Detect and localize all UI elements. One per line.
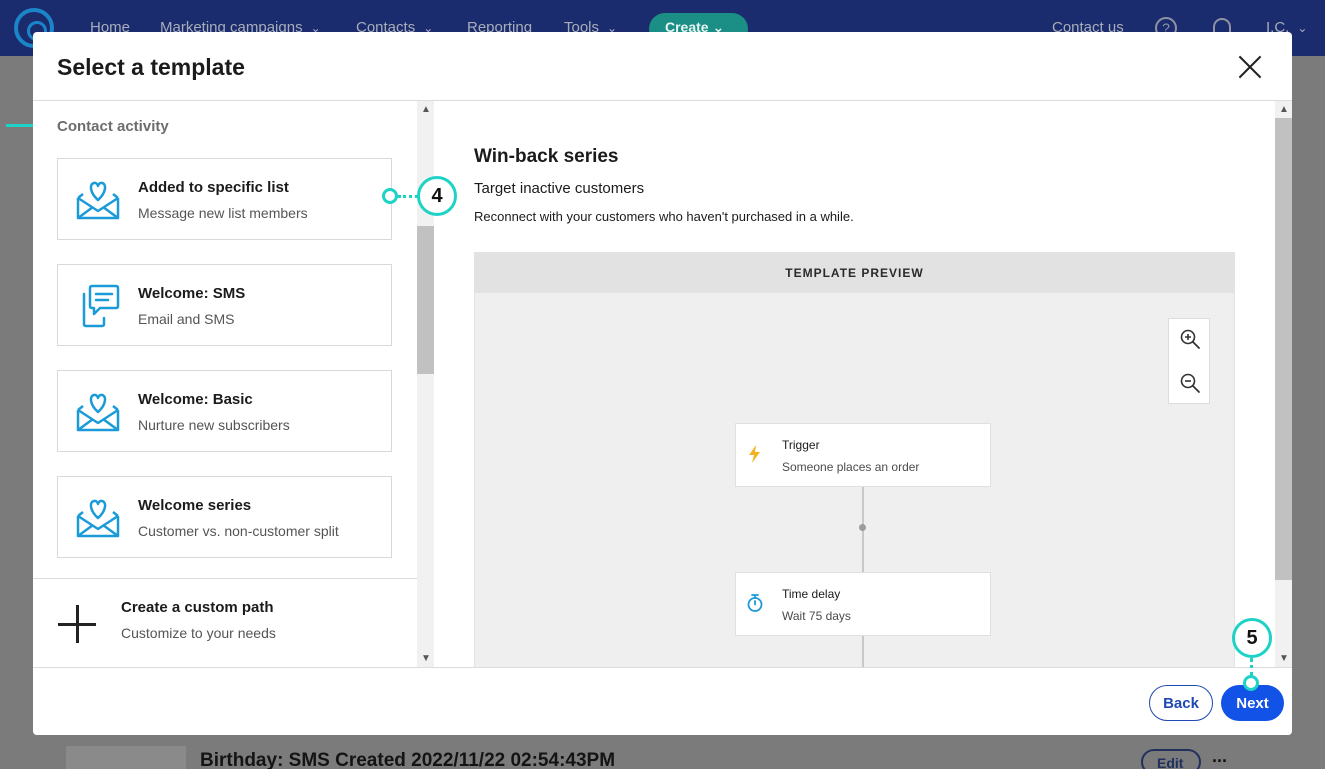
envelope-heart-icon xyxy=(76,393,120,432)
node-subtitle: Wait 75 days xyxy=(782,609,851,623)
custom-path-subtitle: Customize to your needs xyxy=(121,625,276,641)
edit-button[interactable]: Edit xyxy=(1141,749,1201,769)
chevron-down-icon: ⌄ xyxy=(1297,21,1308,35)
template-card-welcome-sms[interactable]: Welcome: SMS Email and SMS xyxy=(57,264,392,346)
template-title: Welcome: SMS xyxy=(138,285,246,302)
phone-message-icon xyxy=(82,284,120,328)
callout-anchor-dot xyxy=(1243,675,1259,691)
callout-anchor-dot xyxy=(382,188,398,204)
more-options-icon[interactable]: ... xyxy=(1212,746,1227,767)
template-card-welcome-basic[interactable]: Welcome: Basic Nurture new subscribers xyxy=(57,370,392,452)
node-title: Time delay xyxy=(782,587,841,601)
back-button[interactable]: Back xyxy=(1149,685,1213,721)
flow-connector xyxy=(862,636,864,667)
template-title: Welcome series xyxy=(138,497,252,514)
template-detail-subtitle: Target inactive customers xyxy=(474,180,645,197)
scrollbar-thumb[interactable] xyxy=(1275,118,1292,580)
template-preview: TEMPLATE PREVIEW Trigger Someone places … xyxy=(474,252,1235,667)
envelope-heart-icon xyxy=(76,499,120,538)
step-5-callout: 5 xyxy=(1232,618,1272,658)
close-icon[interactable] xyxy=(1237,54,1263,80)
envelope-heart-icon xyxy=(76,181,120,220)
template-detail-panel: Win-back series Target inactive customer… xyxy=(434,101,1275,667)
select-template-dialog: Select a template Contact activity Added… xyxy=(33,32,1292,735)
scrollbar-thumb[interactable] xyxy=(417,226,434,374)
scroll-up-icon[interactable]: ▲ xyxy=(421,105,431,115)
template-title: Added to specific list xyxy=(138,179,289,196)
node-title: Trigger xyxy=(782,438,820,452)
zoom-controls xyxy=(1168,318,1210,404)
flow-node-time-delay[interactable]: Time delay Wait 75 days xyxy=(735,572,991,636)
plus-icon xyxy=(58,605,96,643)
section-label: Contact activity xyxy=(57,118,169,135)
dialog-header: Select a template xyxy=(33,32,1292,101)
scroll-down-icon[interactable]: ▼ xyxy=(1279,654,1289,664)
step-4-callout: 4 xyxy=(417,176,457,216)
flow-add-step-dot[interactable] xyxy=(859,524,866,531)
template-subtitle: Email and SMS xyxy=(138,311,235,327)
detail-panel-scrollbar[interactable]: ▲ ▼ xyxy=(1275,101,1292,667)
template-list: Contact activity Added to specific list … xyxy=(33,101,417,667)
campaign-row: Birthday: SMS Created 2022/11/22 02:54:4… xyxy=(66,740,1266,769)
create-custom-path-option[interactable]: Create a custom path Customize to your n… xyxy=(33,579,417,667)
lightning-icon xyxy=(749,445,760,463)
scroll-up-icon[interactable]: ▲ xyxy=(1279,105,1289,115)
zoom-out-icon[interactable] xyxy=(1179,372,1201,394)
template-detail-description: Reconnect with your customers who haven'… xyxy=(474,209,854,224)
dialog-title: Select a template xyxy=(57,54,245,80)
node-subtitle: Someone places an order xyxy=(782,460,920,474)
callout-connector xyxy=(398,195,418,198)
dialog-footer: Back Next xyxy=(33,667,1292,735)
stopwatch-icon xyxy=(747,594,763,612)
campaign-title: Birthday: SMS Created 2022/11/22 02:54:4… xyxy=(200,750,616,769)
template-subtitle: Customer vs. non-customer split xyxy=(138,523,339,539)
flow-node-trigger[interactable]: Trigger Someone places an order xyxy=(735,423,991,487)
template-subtitle: Nurture new subscribers xyxy=(138,417,290,433)
template-detail-title: Win-back series xyxy=(474,146,619,167)
template-preview-header: TEMPLATE PREVIEW xyxy=(475,253,1234,293)
campaign-thumbnail xyxy=(66,746,186,769)
custom-path-title: Create a custom path xyxy=(121,599,274,616)
template-card-added-to-list[interactable]: Added to specific list Message new list … xyxy=(57,158,392,240)
zoom-in-icon[interactable] xyxy=(1179,328,1201,350)
callout-connector xyxy=(1250,658,1253,676)
template-card-welcome-series[interactable]: Welcome series Customer vs. non-customer… xyxy=(57,476,392,558)
template-title: Welcome: Basic xyxy=(138,391,253,408)
scroll-down-icon[interactable]: ▼ xyxy=(421,654,431,664)
template-subtitle: Message new list members xyxy=(138,205,308,221)
